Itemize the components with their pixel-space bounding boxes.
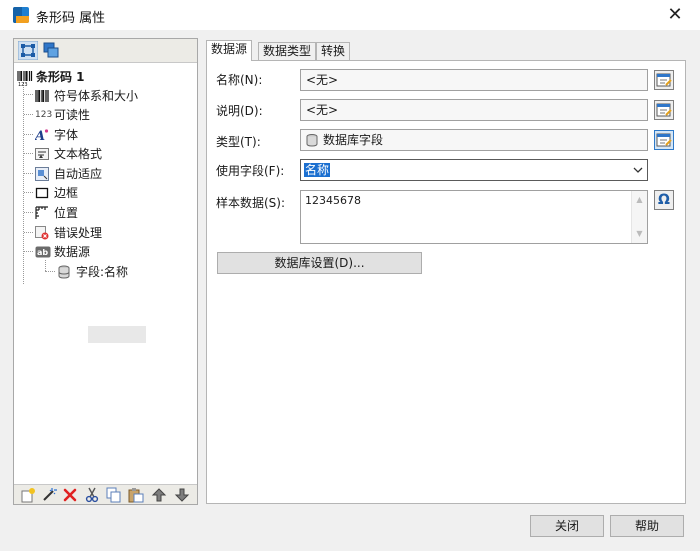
close-window-button[interactable]: ✕ — [663, 3, 687, 27]
tree-bottom-toolbar — [14, 484, 197, 504]
tree-item-label: 文本格式 — [54, 147, 103, 161]
use-field-selected-value: 名称 — [304, 163, 331, 177]
auto-fit-icon — [35, 167, 49, 181]
svg-text:ab: ab — [37, 248, 48, 257]
copy-icon[interactable] — [106, 487, 122, 503]
tree-item-label: 可读性 — [54, 108, 91, 122]
tab-transform[interactable]: 转换 — [316, 42, 351, 60]
paste-icon[interactable] — [128, 487, 144, 503]
barcode-icon: 123 — [17, 70, 33, 88]
edit-window-icon — [656, 73, 672, 87]
type-label: 类型(T): — [216, 135, 261, 149]
tree-item-label: 符号体系和大小 — [54, 89, 139, 103]
tree-toolbar — [14, 39, 197, 63]
tree-item-label: 字体 — [54, 128, 79, 142]
tree-view-icon[interactable] — [17, 40, 39, 61]
sample-data-textarea[interactable]: 12345678 ▲ ▼ — [300, 190, 648, 244]
tree-root-label: 条形码 1 — [36, 70, 85, 84]
sample-data-label: 样本数据(S): — [216, 196, 286, 210]
type-field[interactable]: 数据库字段 — [300, 129, 648, 151]
scroll-up-icon[interactable]: ▲ — [635, 195, 644, 205]
edit-window-icon — [656, 133, 672, 147]
type-value: 数据库字段 — [323, 133, 384, 147]
sample-data-scrollbar[interactable]: ▲ ▼ — [631, 191, 647, 243]
tree-item-label: 边框 — [54, 186, 79, 200]
move-up-icon[interactable] — [151, 487, 167, 503]
description-label: 说明(D): — [216, 104, 263, 118]
data-source-panel: 名称(N): <无> 说明(D): <无> 类型(T): 数据库字段 使用字段(… — [206, 60, 686, 504]
edit-window-icon — [656, 103, 672, 117]
magic-wand-icon[interactable] — [41, 487, 57, 503]
layer-view-icon[interactable] — [41, 41, 61, 60]
text-format-icon — [35, 147, 49, 161]
data-source-icon: ab — [35, 245, 51, 259]
delete-icon[interactable] — [62, 487, 78, 503]
title-bar: 条形码 属性 ✕ — [0, 0, 700, 30]
border-icon — [35, 186, 49, 200]
error-handling-icon — [35, 226, 49, 240]
cut-icon[interactable] — [84, 487, 100, 503]
database-settings-button[interactable]: 数据库设置(D)... — [217, 252, 422, 274]
tree-item-label: 位置 — [54, 206, 79, 220]
tree-item-label: 字段:名称 — [76, 265, 129, 279]
use-field-label: 使用字段(F): — [216, 164, 285, 178]
new-item-icon[interactable] — [20, 487, 36, 503]
barcode-symbology-icon — [35, 89, 49, 103]
description-edit-button[interactable] — [654, 100, 674, 120]
object-tree-panel: 123 条形码 1 符号体系和大小 123 可读性 A 字体 文本格式 自动适应… — [13, 38, 198, 505]
scroll-down-icon[interactable]: ▼ — [635, 229, 644, 239]
description-field[interactable]: <无> — [300, 99, 648, 121]
svg-text:A: A — [35, 129, 45, 142]
close-button[interactable]: 关闭 — [530, 515, 604, 537]
sample-data-value: 12345678 — [305, 194, 361, 207]
tree-item-label: 错误处理 — [54, 226, 103, 240]
svg-text:123: 123 — [18, 82, 28, 86]
help-button[interactable]: 帮助 — [610, 515, 684, 537]
special-character-button[interactable]: Ω — [654, 190, 674, 210]
name-edit-button[interactable] — [654, 70, 674, 90]
type-edit-button[interactable] — [654, 130, 674, 150]
name-label: 名称(N): — [216, 73, 263, 87]
window-title: 条形码 属性 — [36, 11, 106, 26]
chevron-down-icon[interactable] — [629, 160, 647, 180]
readability-icon: 123 — [35, 110, 53, 120]
properties-dialog: 条形码 属性 ✕ 123 条形码 1 符号体系和大小 123 可读性 A 字体 … — [0, 0, 700, 551]
app-logo-icon — [13, 7, 29, 23]
name-field[interactable]: <无> — [300, 69, 648, 91]
object-tree: 123 条形码 1 符号体系和大小 123 可读性 A 字体 文本格式 自动适应… — [14, 63, 197, 480]
tab-data-type[interactable]: 数据类型 — [258, 42, 317, 60]
tree-item-label: 数据源 — [54, 245, 91, 259]
tree-item-label: 自动适应 — [54, 167, 103, 181]
tree-selection-highlight — [88, 326, 146, 343]
tab-data-source[interactable]: 数据源 — [206, 40, 253, 61]
use-field-combobox[interactable]: 名称 — [300, 159, 648, 181]
move-down-icon[interactable] — [174, 487, 190, 503]
database-icon — [306, 134, 318, 147]
database-field-icon — [57, 265, 71, 279]
font-icon: A — [33, 128, 49, 144]
position-icon — [35, 206, 49, 220]
